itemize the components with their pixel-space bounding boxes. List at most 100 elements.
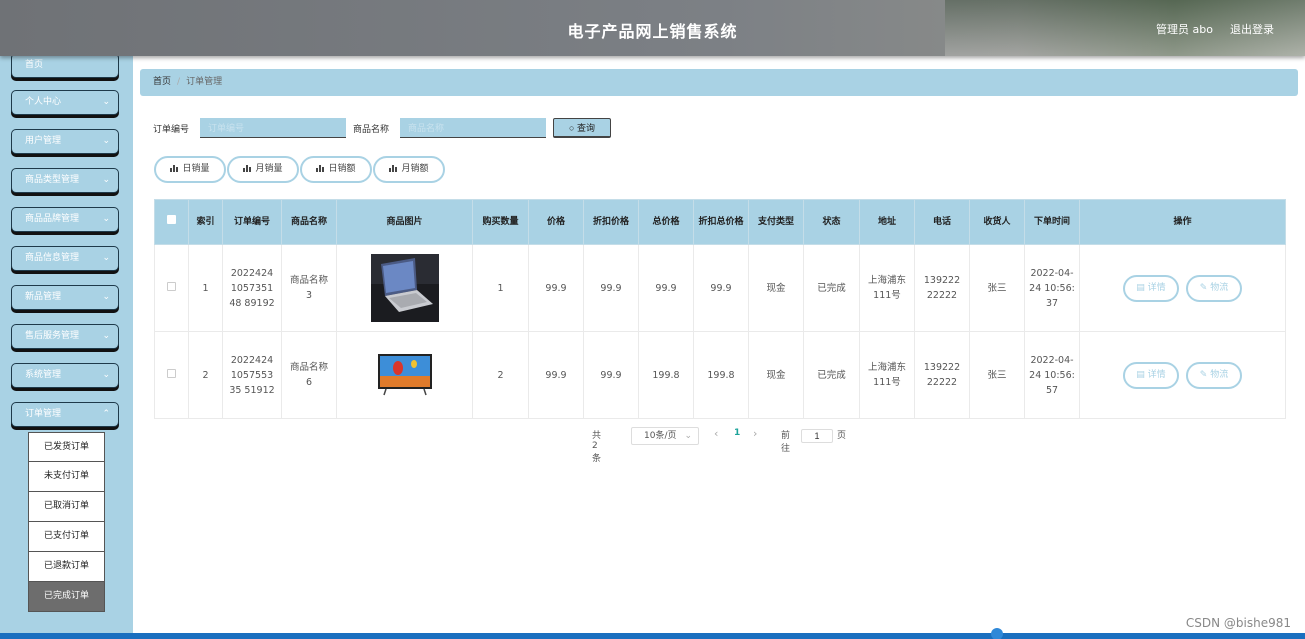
phone-cell: 13922222222 xyxy=(914,331,970,419)
search-icon: ○ xyxy=(569,123,575,133)
monthly-sales-volume-button[interactable]: 月销量 xyxy=(227,156,299,183)
sidebar-item-label: 商品品牌管理 xyxy=(25,214,80,224)
row-select-cell[interactable] xyxy=(154,244,189,332)
sidebar-item-product-info[interactable]: 商品信息管理 ⌄ xyxy=(11,246,119,271)
chevron-down-icon: ⌄ xyxy=(102,175,110,185)
detail-button-label: 详情 xyxy=(1147,282,1166,293)
sidebar-item-label: 新品管理 xyxy=(25,292,62,302)
product-image-cell xyxy=(336,331,473,419)
column-header: 折扣价格 xyxy=(583,199,639,245)
product-name-cell: 商品名称3 xyxy=(281,244,337,332)
stat-button-label: 月销额 xyxy=(401,164,429,174)
breadcrumb-home[interactable]: 首页 xyxy=(153,77,171,87)
product-name-input[interactable] xyxy=(400,118,546,138)
submenu-completed-orders[interactable]: 已完成订单 xyxy=(28,582,105,612)
row-select-cell[interactable] xyxy=(154,331,189,419)
current-user: 管理员 abo xyxy=(1156,23,1213,36)
progress-handle[interactable] xyxy=(991,628,1003,639)
prev-page-button[interactable]: ‹ xyxy=(714,427,718,440)
sidebar-item-personal-center[interactable]: 个人中心 ⌄ xyxy=(11,90,119,115)
select-all-checkbox[interactable] xyxy=(167,215,176,224)
receiver-cell: 张三 xyxy=(969,331,1025,419)
submenu-cancelled-orders[interactable]: 已取消订单 xyxy=(28,492,105,522)
actions-cell: ▤ 详情 ✎ 物流 xyxy=(1079,244,1286,332)
submenu-shipped-orders[interactable]: 已发货订单 xyxy=(28,432,105,462)
table-row: 1 2022424105735148 89192 商品名称3 1 99.9 99… xyxy=(154,244,1286,332)
sidebar-item-orders[interactable]: 订单管理 ⌃ xyxy=(11,402,119,427)
edit-icon: ✎ xyxy=(1199,369,1208,380)
submenu-paid-orders[interactable]: 已支付订单 xyxy=(28,522,105,552)
daily-sales-amount-button[interactable]: 日销额 xyxy=(300,156,372,183)
goto-label: 前往 xyxy=(781,431,791,454)
product-name-label: 商品名称 xyxy=(353,125,390,135)
chevron-down-icon: ⌄ xyxy=(102,292,110,302)
logout-link[interactable]: 退出登录 xyxy=(1230,21,1274,37)
column-header: 电话 xyxy=(914,199,970,245)
stat-button-label: 日销量 xyxy=(182,164,210,174)
page-size-select[interactable]: 10条/页 ⌄ xyxy=(631,427,699,445)
sidebar-item-label: 首页 xyxy=(25,60,44,70)
breadcrumb: 首页 / 订单管理 xyxy=(140,69,1298,96)
column-header: 折扣总价格 xyxy=(693,199,749,245)
sidebar-item-new-products[interactable]: 新品管理 ⌄ xyxy=(11,285,119,310)
page-number-current[interactable]: 1 xyxy=(734,428,740,438)
next-page-button[interactable]: › xyxy=(753,427,757,440)
query-button-label: 查询 xyxy=(576,123,595,133)
column-header: 订单编号 xyxy=(222,199,282,245)
logistics-button[interactable]: ✎ 物流 xyxy=(1186,274,1243,302)
daily-sales-volume-button[interactable]: 日销量 xyxy=(154,156,226,183)
sidebar-item-system[interactable]: 系统管理 ⌄ xyxy=(11,363,119,388)
page-unit-label: 页 xyxy=(837,431,847,441)
watermark: CSDN @bishe981 xyxy=(1185,616,1291,630)
discount-price-cell: 99.9 xyxy=(583,331,639,419)
logistics-button[interactable]: ✎ 物流 xyxy=(1186,361,1243,389)
detail-button[interactable]: ▤ 详情 xyxy=(1122,361,1179,389)
sidebar-item-user-management[interactable]: 用户管理 ⌄ xyxy=(11,129,119,154)
status-cell: 已完成 xyxy=(803,244,860,332)
sidebar-item-product-brand[interactable]: 商品品牌管理 ⌄ xyxy=(11,207,119,232)
monthly-sales-amount-button[interactable]: 月销额 xyxy=(373,156,445,183)
total-price-cell: 199.8 xyxy=(638,331,694,419)
quantity-cell: 2 xyxy=(472,331,529,419)
chevron-up-icon: ⌃ xyxy=(102,409,110,419)
select-all-header[interactable] xyxy=(154,199,189,245)
row-checkbox[interactable] xyxy=(167,368,176,378)
order-no-input[interactable] xyxy=(200,118,346,138)
total-price-cell: 99.9 xyxy=(638,244,694,332)
chevron-down-icon: ⌄ xyxy=(684,431,692,441)
order-time-cell: 2022-04-24 10:56:37 xyxy=(1024,244,1080,332)
detail-button[interactable]: ▤ 详情 xyxy=(1122,274,1179,302)
sidebar-item-after-sales[interactable]: 售后服务管理 ⌄ xyxy=(11,324,119,349)
laptop-image xyxy=(370,254,439,322)
chevron-down-icon: ⌄ xyxy=(102,97,110,107)
column-header: 购买数量 xyxy=(472,199,529,245)
row-checkbox[interactable] xyxy=(167,281,176,291)
actions-cell: ▤ 详情 ✎ 物流 xyxy=(1079,331,1286,419)
receiver-cell: 张三 xyxy=(969,244,1025,332)
orders-submenu: 已发货订单 未支付订单 已取消订单 已支付订单 已退款订单 已完成订单 xyxy=(28,432,105,612)
discount-total-cell: 199.8 xyxy=(693,331,749,419)
table-row: 2 2022424105755335 51912 商品名称6 2 99.9 99… xyxy=(154,331,1286,419)
phone-cell: 13922222222 xyxy=(914,244,970,332)
orders-table: 索引 订单编号 商品名称 商品图片 购买数量 价格 折扣价格 总价格 折扣总价格… xyxy=(154,199,1286,419)
sidebar-item-home[interactable]: 首页 xyxy=(11,56,119,78)
query-button[interactable]: ○ 查询 xyxy=(553,118,611,138)
order-time-cell: 2022-04-24 10:56:57 xyxy=(1024,331,1080,419)
edit-icon: ✎ xyxy=(1199,282,1208,293)
sidebar-item-label: 用户管理 xyxy=(25,136,62,146)
pay-type-cell: 现金 xyxy=(748,331,804,419)
bar-chart-icon xyxy=(170,165,179,172)
column-header: 支付类型 xyxy=(748,199,804,245)
goto-page-input[interactable] xyxy=(801,429,833,443)
sidebar-item-product-type[interactable]: 商品类型管理 ⌄ xyxy=(11,168,119,193)
submenu-refunded-orders[interactable]: 已退款订单 xyxy=(28,552,105,582)
column-header: 收货人 xyxy=(969,199,1025,245)
column-header: 总价格 xyxy=(638,199,694,245)
app-title: 电子产品网上销售系统 xyxy=(567,22,738,41)
submenu-unpaid-orders[interactable]: 未支付订单 xyxy=(28,462,105,492)
address-cell: 上海浦东111号 xyxy=(859,244,915,332)
bar-chart-icon xyxy=(389,165,398,172)
sidebar-item-label: 售后服务管理 xyxy=(25,331,80,341)
bottom-progress-bar xyxy=(0,633,1305,639)
column-header: 操作 xyxy=(1079,199,1286,245)
